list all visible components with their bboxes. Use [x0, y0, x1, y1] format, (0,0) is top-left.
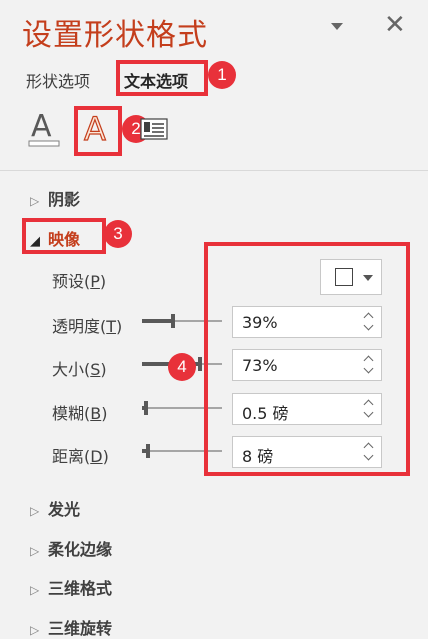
annotation-badge-1: 1: [208, 61, 236, 89]
blur-slider[interactable]: [142, 398, 222, 418]
expand-arrow-icon: ▷: [30, 583, 40, 597]
section-glow[interactable]: ▷ 发光: [30, 496, 80, 520]
section-3d-format-label: 三维格式: [48, 579, 113, 598]
section-glow-label: 发光: [48, 500, 81, 519]
text-outline-icon[interactable]: A: [82, 109, 112, 148]
slider-thumb[interactable]: [198, 357, 202, 371]
svg-text:A: A: [31, 110, 52, 144]
section-reflection[interactable]: ◢ 映像: [30, 226, 80, 250]
slider-thumb[interactable]: [146, 444, 150, 458]
size-label: 大小(S): [52, 360, 107, 379]
caret-down-icon: [363, 275, 373, 281]
transparency-label: 透明度(T): [52, 317, 123, 336]
spin-down-icon[interactable]: [363, 450, 375, 463]
blur-value[interactable]: 0.5 磅: [242, 400, 289, 424]
expand-arrow-icon: ▷: [30, 623, 40, 637]
divider: [0, 170, 428, 171]
chevron-down-icon[interactable]: [327, 18, 347, 34]
tab-shape-options[interactable]: 形状选项: [26, 68, 90, 92]
section-3d-format[interactable]: ▷ 三维格式: [30, 575, 112, 599]
distance-label: 距离(D): [52, 447, 109, 466]
spin-up-icon[interactable]: [363, 441, 375, 453]
slider-thumb[interactable]: [144, 401, 148, 415]
panel-title: 设置形状格式: [22, 18, 208, 53]
preset-swatch-icon: [335, 268, 353, 286]
blur-spinner[interactable]: 0.5 磅: [232, 393, 382, 425]
text-box-icon[interactable]: [140, 118, 168, 140]
annotation-badge-3: 3: [104, 220, 132, 248]
spin-down-icon[interactable]: [363, 407, 375, 420]
spin-up-icon[interactable]: [363, 354, 375, 366]
transparency-slider[interactable]: [142, 311, 222, 331]
collapse-arrow-icon: ◢: [30, 234, 40, 249]
expand-arrow-icon: ▷: [30, 504, 40, 518]
section-shadow-label: 阴影: [48, 190, 81, 209]
size-spinner[interactable]: 73%: [232, 349, 382, 381]
transparency-spinner[interactable]: 39%: [232, 306, 382, 338]
distance-slider[interactable]: [142, 441, 222, 461]
text-fill-icon[interactable]: A: [28, 109, 60, 148]
distance-value[interactable]: 8 磅: [242, 443, 273, 467]
section-soft-edges-label: 柔化边缘: [48, 540, 113, 559]
distance-spinner[interactable]: 8 磅: [232, 436, 382, 468]
section-reflection-label: 映像: [48, 230, 81, 249]
section-shadow[interactable]: ▷ 阴影: [30, 186, 80, 210]
tab-text-options[interactable]: 文本选项: [124, 68, 188, 92]
size-value[interactable]: 73%: [242, 356, 278, 375]
blur-label: 模糊(B): [52, 404, 108, 423]
annotation-badge-4: 4: [168, 353, 196, 381]
expand-arrow-icon: ▷: [30, 194, 40, 208]
section-soft-edges[interactable]: ▷ 柔化边缘: [30, 536, 112, 560]
preset-label: 预设(P): [52, 272, 107, 291]
transparency-value[interactable]: 39%: [242, 313, 278, 332]
spin-up-icon[interactable]: [363, 398, 375, 410]
section-3d-rotation-label: 三维旋转: [48, 619, 113, 638]
preset-dropdown[interactable]: [320, 259, 382, 295]
expand-arrow-icon: ▷: [30, 544, 40, 558]
section-3d-rotation[interactable]: ▷ 三维旋转: [30, 615, 112, 639]
spin-down-icon[interactable]: [363, 320, 375, 333]
close-icon[interactable]: ✕: [384, 12, 406, 38]
spin-up-icon[interactable]: [363, 311, 375, 323]
slider-thumb[interactable]: [171, 314, 175, 328]
svg-text:A: A: [84, 112, 106, 146]
spin-down-icon[interactable]: [363, 363, 375, 376]
